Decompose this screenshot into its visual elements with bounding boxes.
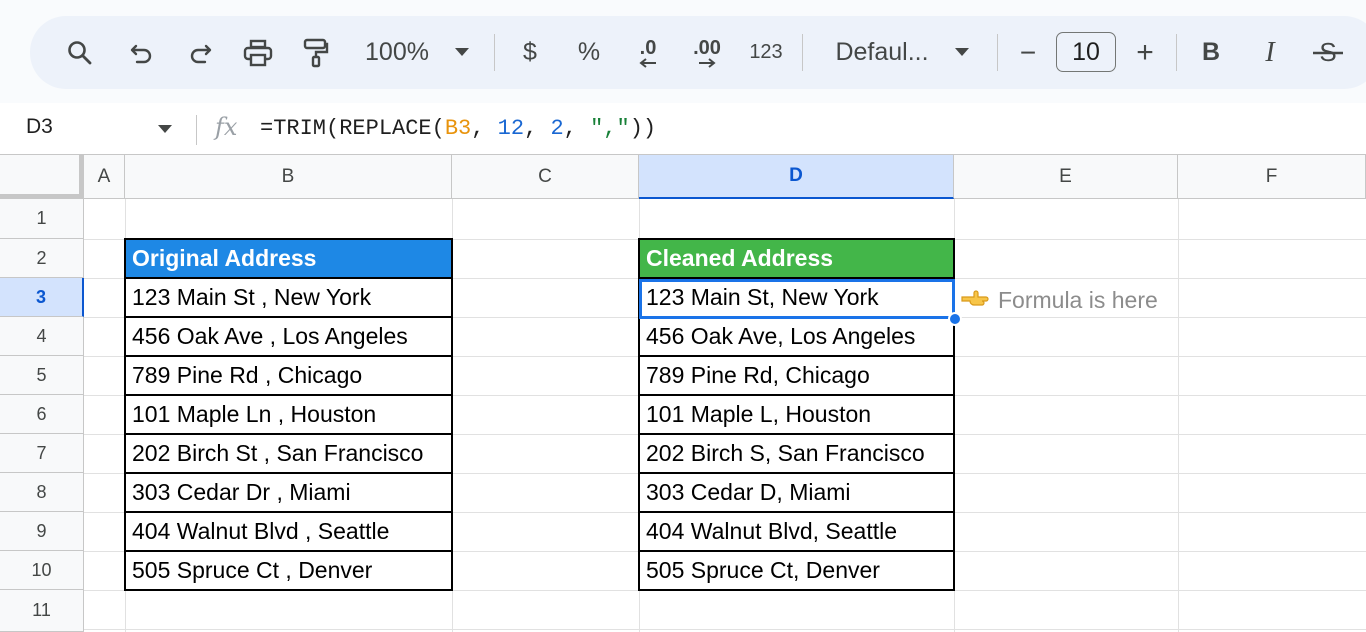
- zoom-select[interactable]: 100%: [360, 16, 434, 89]
- toolbar-divider: [802, 34, 803, 71]
- formula-input[interactable]: =TRIM(REPLACE(B3, 12, 2, ",")): [260, 116, 656, 141]
- formula-cell-ref: B3: [444, 116, 472, 141]
- formula-number: 2: [550, 116, 564, 141]
- original-address-cell-b6[interactable]: 101 Maple Ln , Houston: [124, 395, 453, 435]
- grid-line: [84, 629, 1366, 630]
- font-select[interactable]: Defaul...: [830, 16, 934, 89]
- spreadsheet-grid: A B C D E F 1 2 3 4 5 6 7 8 9 10 11 Orig…: [0, 155, 1366, 632]
- increase-decimal-label: .00: [693, 36, 721, 59]
- row-header-1[interactable]: 1: [0, 199, 84, 239]
- toolbar: 100% $ % .0 .00 123 Defaul... − 10 + B I…: [30, 16, 1366, 89]
- decrease-decimal-button[interactable]: .0: [628, 16, 668, 89]
- row-header-3[interactable]: 3: [0, 278, 84, 317]
- bold-button[interactable]: B: [1196, 16, 1226, 89]
- original-address-cell-b3[interactable]: 123 Main St , New York: [124, 278, 453, 318]
- formula-bar-divider: [196, 115, 197, 145]
- cleaned-address-cell-d8[interactable]: 303 Cedar D, Miami: [638, 473, 955, 513]
- row-header-5[interactable]: 5: [0, 356, 84, 395]
- increase-decimal-button[interactable]: .00: [684, 16, 730, 89]
- cleaned-address-cell-d3[interactable]: 123 Main St, New York: [638, 278, 955, 318]
- cleaned-address-cell-d10[interactable]: 505 Spruce Ct, Denver: [638, 551, 955, 591]
- original-address-cell-b9[interactable]: 404 Walnut Blvd , Seattle: [124, 512, 453, 552]
- increase-decimal-arrow-icon: [699, 57, 716, 68]
- cleaned-address-cell-d4[interactable]: 456 Oak Ave, Los Angeles: [638, 317, 955, 357]
- original-address-cell-b5[interactable]: 789 Pine Rd , Chicago: [124, 356, 453, 396]
- row-header-4[interactable]: 4: [0, 317, 84, 356]
- toolbar-divider: [494, 34, 495, 71]
- strikethrough-button[interactable]: S: [1312, 16, 1344, 89]
- row-header-10[interactable]: 10: [0, 551, 84, 590]
- original-address-cell-b4[interactable]: 456 Oak Ave , Los Angeles: [124, 317, 453, 357]
- decrease-decimal-label: .0: [639, 36, 657, 59]
- font-size-input[interactable]: 10: [1056, 32, 1116, 72]
- fx-icon: fx: [215, 113, 238, 141]
- original-address-cell-b7[interactable]: 202 Birch St , San Francisco: [124, 434, 453, 474]
- name-box-dropdown-icon[interactable]: [158, 125, 172, 133]
- original-address-cell-b8[interactable]: 303 Cedar Dr , Miami: [124, 473, 453, 513]
- formula-bar: D3 fx =TRIM(REPLACE(B3, 12, 2, ",")): [0, 103, 1366, 155]
- formula-text: )): [629, 116, 657, 141]
- column-header-d[interactable]: D: [639, 155, 954, 199]
- dropdown-icon[interactable]: [450, 16, 474, 89]
- undo-icon[interactable]: [126, 16, 158, 89]
- decrease-decimal-arrow-icon: [639, 57, 656, 68]
- pointing-hand-icon: [960, 287, 990, 314]
- percent-button[interactable]: %: [574, 16, 604, 89]
- row-header-7[interactable]: 7: [0, 434, 84, 473]
- name-box[interactable]: D3: [26, 115, 53, 139]
- currency-button[interactable]: $: [516, 16, 544, 89]
- increase-font-size-button[interactable]: +: [1131, 16, 1159, 89]
- formula-separator: ,: [524, 116, 551, 141]
- formula-annotation: Formula is here: [960, 283, 1158, 317]
- original-address-header[interactable]: Original Address: [124, 238, 453, 279]
- row-header-6[interactable]: 6: [0, 395, 84, 434]
- formula-text: =TRIM(REPLACE(: [260, 116, 445, 141]
- italic-button[interactable]: I: [1256, 16, 1284, 89]
- search-icon[interactable]: [62, 16, 98, 89]
- dropdown-icon[interactable]: [950, 16, 974, 89]
- number-format-button[interactable]: 123: [746, 16, 786, 89]
- decrease-font-size-button[interactable]: −: [1014, 16, 1042, 89]
- cleaned-address-header[interactable]: Cleaned Address: [638, 238, 955, 279]
- print-icon[interactable]: [240, 16, 276, 89]
- toolbar-divider: [1176, 34, 1177, 71]
- row-header-8[interactable]: 8: [0, 473, 84, 512]
- select-all-corner[interactable]: [0, 155, 84, 199]
- column-header-a[interactable]: A: [84, 155, 125, 199]
- cleaned-address-cell-d7[interactable]: 202 Birch S, San Francisco: [638, 434, 955, 474]
- column-header-e[interactable]: E: [954, 155, 1178, 199]
- formula-separator: ,: [563, 116, 591, 141]
- row-header-2[interactable]: 2: [0, 239, 84, 278]
- row-header-11[interactable]: 11: [0, 590, 84, 632]
- formula-separator: ,: [471, 116, 498, 141]
- row-header-9[interactable]: 9: [0, 512, 84, 551]
- formula-number: 12: [497, 116, 525, 141]
- redo-icon[interactable]: [184, 16, 216, 89]
- paint-format-icon[interactable]: [300, 16, 332, 89]
- original-address-cell-b10[interactable]: 505 Spruce Ct , Denver: [124, 551, 453, 591]
- column-header-f[interactable]: F: [1178, 155, 1366, 199]
- cleaned-address-cell-d9[interactable]: 404 Walnut Blvd, Seattle: [638, 512, 955, 552]
- cleaned-address-cell-d6[interactable]: 101 Maple L, Houston: [638, 395, 955, 435]
- grid-line: [1178, 199, 1179, 632]
- column-header-b[interactable]: B: [125, 155, 452, 199]
- strikethrough-icon: [1313, 51, 1343, 55]
- annotation-text: Formula is here: [998, 286, 1158, 313]
- formula-string: ",": [590, 116, 630, 141]
- column-header-c[interactable]: C: [452, 155, 639, 199]
- cleaned-address-cell-d5[interactable]: 789 Pine Rd, Chicago: [638, 356, 955, 396]
- toolbar-divider: [997, 34, 998, 71]
